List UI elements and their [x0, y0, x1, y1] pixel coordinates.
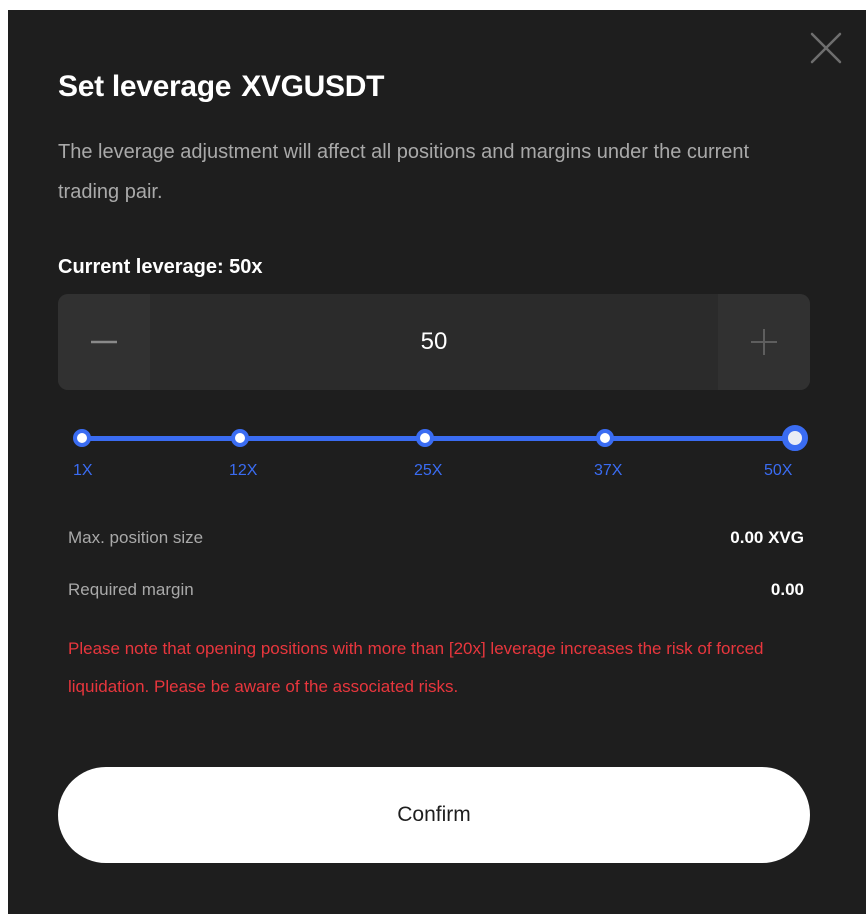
slider-mark-1x[interactable] — [73, 429, 91, 447]
slider-tick-label: 50X — [764, 462, 793, 479]
slider-tick-label: 37X — [594, 462, 623, 479]
slider-mark-37x[interactable] — [596, 429, 614, 447]
slider-mark-12x[interactable] — [231, 429, 249, 447]
leverage-dialog: Set leverage XVGUSDT The leverage adjustm… — [8, 10, 866, 914]
max-position-value: 0.00 XVG — [730, 528, 804, 547]
required-margin-label: Required margin — [68, 580, 194, 599]
slider-handle[interactable] — [782, 425, 808, 451]
trading-pair: XVGUSDT — [241, 70, 385, 103]
leverage-slider[interactable]: 1X 12X 25X 37X 50X — [58, 420, 810, 480]
max-position-row: Max. position size 0.00 XVG — [68, 528, 804, 548]
slider-tick-label: 25X — [414, 462, 443, 479]
required-margin-value: 0.00 — [770, 580, 804, 599]
slider-track[interactable] — [82, 436, 794, 441]
increase-button[interactable] — [718, 294, 810, 390]
minus-icon — [91, 340, 117, 344]
current-leverage-label: Current leverage: 50x — [58, 256, 263, 278]
close-icon[interactable] — [808, 30, 844, 66]
leverage-stepper — [58, 294, 810, 390]
dialog-title: Set leverage XVGUSDT — [58, 70, 384, 104]
max-position-label: Max. position size — [68, 528, 204, 547]
dialog-description: The leverage adjustment will affect all … — [58, 141, 750, 203]
slider-mark-25x[interactable] — [416, 429, 434, 447]
risk-warning: Please note that opening positions with … — [68, 639, 764, 696]
decrease-button[interactable] — [58, 294, 150, 390]
plus-icon — [751, 329, 777, 355]
required-margin-row: Required margin 0.00 — [68, 580, 804, 600]
slider-tick-label: 12X — [229, 462, 258, 479]
confirm-button[interactable]: Confirm — [58, 767, 810, 863]
slider-tick-label: 1X — [73, 462, 93, 479]
leverage-input[interactable] — [150, 294, 718, 390]
dialog-title-text: Set leverage — [58, 70, 232, 103]
